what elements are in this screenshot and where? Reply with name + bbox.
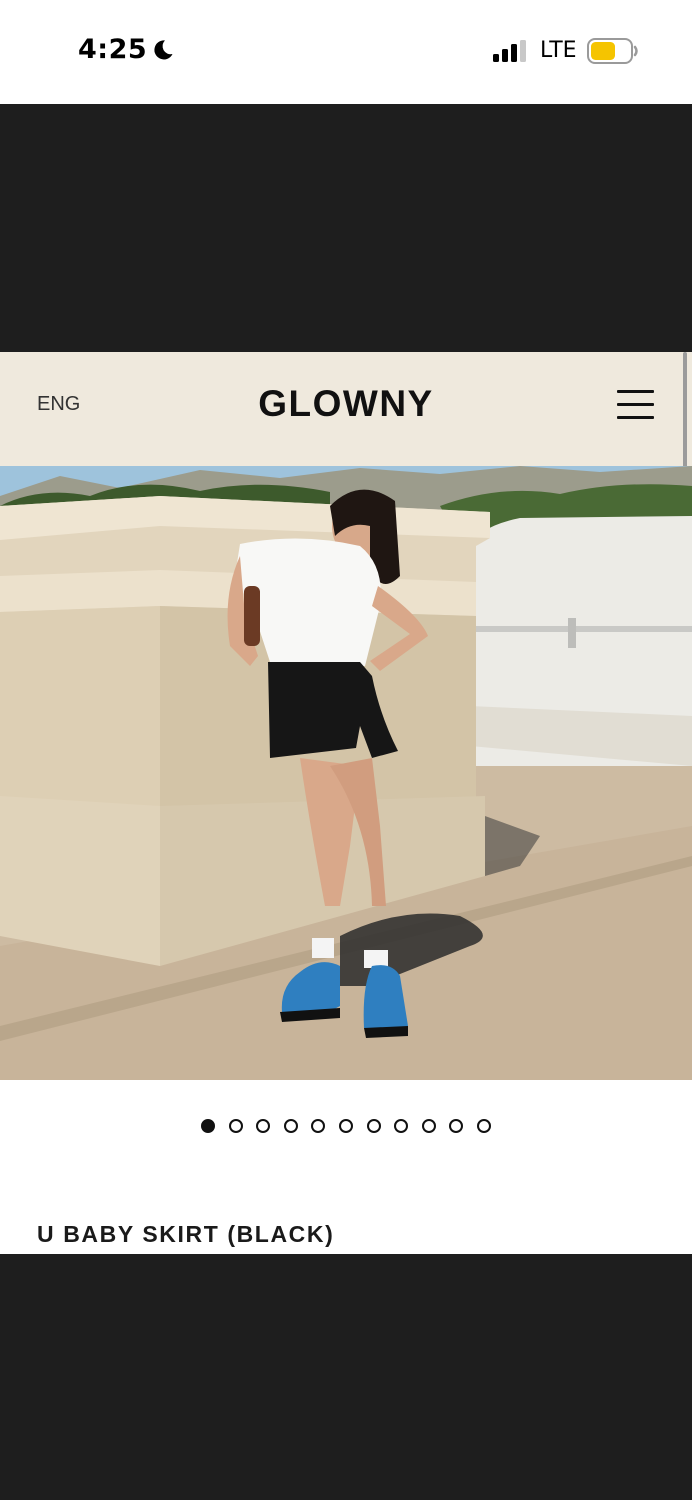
- carousel-dot[interactable]: [283, 1119, 298, 1133]
- signal-icon: [493, 40, 526, 62]
- product-title: U BABY SKIRT (BLACK): [37, 1221, 335, 1247]
- letterbox-top: [0, 104, 692, 352]
- carousel-dot[interactable]: [339, 1119, 353, 1133]
- carousel-dot[interactable]: [421, 1119, 436, 1133]
- status-bar: 4:25 LTE: [0, 0, 692, 104]
- battery-icon: [587, 38, 638, 64]
- product-image[interactable]: [0, 466, 692, 1080]
- carousel-dot[interactable]: [366, 1119, 381, 1133]
- time-group: 4:25: [78, 34, 175, 65]
- status-time: 4:25: [78, 34, 148, 65]
- letterbox-bottom: [0, 1254, 692, 1500]
- brand-logo[interactable]: GLOWNY: [0, 383, 692, 425]
- carousel-dot[interactable]: [201, 1119, 216, 1133]
- hamburger-menu-icon[interactable]: [612, 386, 658, 424]
- carousel-dot[interactable]: [476, 1119, 491, 1133]
- carousel-dot[interactable]: [394, 1119, 409, 1133]
- carousel-pagination: [0, 1119, 692, 1135]
- moon-icon: [154, 39, 173, 59]
- carousel-dot[interactable]: [311, 1119, 326, 1133]
- carousel-dot[interactable]: [449, 1119, 464, 1133]
- network-label: LTE: [540, 38, 577, 63]
- carousel-dot[interactable]: [228, 1119, 243, 1133]
- carousel-dot[interactable]: [256, 1119, 271, 1133]
